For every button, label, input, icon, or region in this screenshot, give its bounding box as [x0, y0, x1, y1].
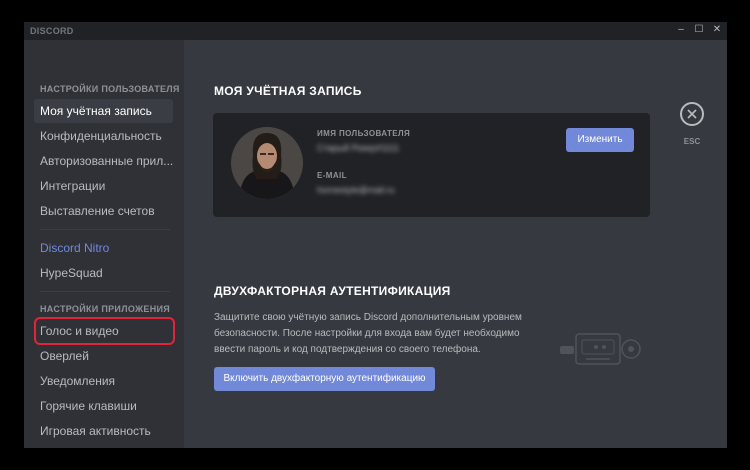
settings-content: Моя учётная запись Имя пользователя Стар…: [184, 40, 727, 448]
user-settings-header: Настройки пользователя: [40, 84, 180, 94]
discord-window: DISCORD – ☐ ✕ Настройки пользователя Моя…: [24, 22, 727, 448]
app-settings-header: Настройки приложения: [40, 304, 171, 314]
two-factor-description: Защитите свою учётную запись Discord доп…: [214, 312, 522, 355]
esc-label: ESC: [683, 137, 701, 146]
sidebar-item-hypesquad[interactable]: HypeSquad: [34, 261, 173, 285]
minimize-icon[interactable]: –: [674, 24, 688, 35]
sidebar-item-keybinds[interactable]: Горячие клавиши: [34, 394, 173, 418]
two-factor-illustration-icon: [560, 333, 641, 365]
sidebar-item-privacy[interactable]: Конфиденциальность: [34, 124, 173, 148]
edit-account-button[interactable]: Изменить: [566, 128, 634, 152]
enable-2fa-button[interactable]: Включить двухфакторную аутентификацию: [214, 367, 435, 391]
sidebar-item-integrations[interactable]: Интеграции: [34, 174, 173, 198]
avatar[interactable]: [231, 127, 303, 199]
sidebar-item-game-activity[interactable]: Игровая активность: [34, 419, 173, 443]
sidebar-item-notifications[interactable]: Уведомления: [34, 369, 173, 393]
title-bar: DISCORD – ☐ ✕: [24, 22, 727, 40]
sidebar-divider: [40, 291, 170, 292]
maximize-icon[interactable]: ☐: [692, 24, 706, 35]
settings-sidebar: Настройки пользователя Моя учётная запис…: [24, 40, 184, 448]
two-factor-title: Двухфакторная аутентификация: [214, 284, 451, 298]
sidebar-item-nitro[interactable]: Discord Nitro: [34, 236, 173, 260]
username-label: Имя пользователя: [317, 129, 411, 138]
close-icon: [687, 109, 697, 119]
highlight-frame: [34, 317, 175, 345]
app-logo: DISCORD: [30, 26, 74, 36]
sidebar-divider: [40, 229, 170, 230]
sidebar-item-overlay[interactable]: Оверлей: [34, 344, 173, 368]
close-window-icon[interactable]: ✕: [710, 24, 724, 35]
account-card: Имя пользователя Старый Рокер#1111 E-mai…: [213, 113, 650, 217]
sidebar-item-authorized-apps[interactable]: Авторизованные прил...: [34, 149, 173, 173]
close-settings-button[interactable]: [680, 102, 704, 126]
sidebar-item-my-account[interactable]: Моя учётная запись: [34, 99, 173, 123]
email-label: E-mail: [317, 171, 347, 180]
sidebar-item-billing[interactable]: Выставление счетов: [34, 199, 173, 223]
account-title: Моя учётная запись: [214, 84, 362, 98]
email-value: hornestyle@mail.ru: [317, 185, 395, 195]
username-value: Старый Рокер#1111: [317, 143, 400, 153]
